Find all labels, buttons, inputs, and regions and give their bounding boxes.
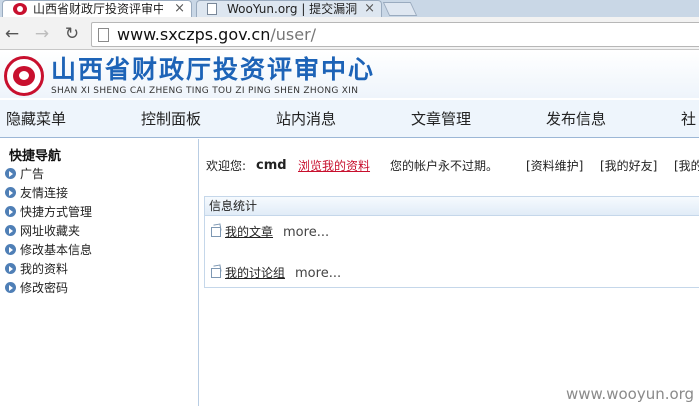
nav-item-publish[interactable]: 发布信息 — [546, 110, 606, 128]
sidebar-item-label: 修改密码 — [20, 281, 69, 295]
url-host: www.sxczps.gov.cn — [117, 25, 271, 44]
new-tab-button[interactable] — [382, 2, 418, 16]
address-bar[interactable]: www.sxczps.gov.cn/user/ — [91, 22, 699, 47]
tab-title: WooYun.org | 提交漏洞 — [227, 2, 357, 16]
browser-tab-active[interactable]: 山西省财政厅投资评审中心 × — [2, 0, 192, 17]
folder-icon — [211, 227, 221, 237]
browser-tab-bar: 山西省财政厅投资评审中心 × WooYun.org | 提交漏洞 × — [0, 0, 699, 17]
my-articles-link[interactable]: 我的文章 — [225, 225, 273, 239]
sidebar-item-change-password[interactable]: 修改密码 — [5, 279, 92, 298]
url-text[interactable]: www.sxczps.gov.cn/user/ — [117, 25, 316, 45]
welcome-greeting: 欢迎您: — [206, 159, 247, 173]
arrow-bullet-icon — [5, 225, 16, 236]
reload-icon[interactable]: ↻ — [62, 24, 82, 44]
arrow-bullet-icon — [5, 282, 16, 293]
more-link[interactable]: [我的 — [674, 157, 699, 175]
page-icon — [207, 3, 217, 15]
welcome-username: cmd — [256, 158, 287, 173]
sidebar-item-my-profile[interactable]: 我的资料 — [5, 260, 92, 279]
arrow-bullet-icon — [5, 206, 16, 217]
site-logo-icon — [4, 56, 44, 96]
nav-item-articles[interactable]: 文章管理 — [411, 110, 471, 128]
sidebar-item-links[interactable]: 友情连接 — [5, 184, 92, 203]
nav-item-control-panel[interactable]: 控制面板 — [141, 110, 201, 128]
stats-panel: 信息统计 我的文章 more... 我的讨论组 more... — [204, 196, 699, 288]
sidebar-item-label: 修改基本信息 — [20, 243, 93, 257]
sidebar-item-label: 网址收藏夹 — [20, 224, 81, 238]
stats-row-articles: 我的文章 more... — [211, 224, 329, 241]
sidebar-title: 快捷导航 — [9, 149, 62, 164]
tab-close-icon[interactable]: × — [174, 1, 185, 17]
my-groups-link[interactable]: 我的讨论组 — [225, 266, 285, 280]
sidebar-list: 广告 友情连接 快捷方式管理 网址收藏夹 修改基本信息 我的资料 修改密码 — [5, 165, 92, 298]
main-nav: 隐藏菜单 控制面板 站内消息 文章管理 发布信息 社 — [0, 100, 699, 138]
sidebar-item-ads[interactable]: 广告 — [5, 165, 92, 184]
arrow-bullet-icon — [5, 187, 16, 198]
stats-row-groups: 我的讨论组 more... — [211, 265, 341, 282]
sidebar-item-label: 广告 — [20, 167, 45, 181]
profile-maintain-link[interactable]: [资料维护] — [526, 157, 583, 175]
tab-title: 山西省财政厅投资评审中心 — [33, 2, 163, 16]
arrow-bullet-icon — [5, 168, 16, 179]
url-path: /user/ — [270, 25, 317, 44]
sidebar: 快捷导航 广告 友情连接 快捷方式管理 网址收藏夹 修改基本信息 我的资料 修改… — [0, 139, 199, 406]
sidebar-item-shortcuts[interactable]: 快捷方式管理 — [5, 203, 92, 222]
browser-tab-wooyun[interactable]: WooYun.org | 提交漏洞 × — [196, 0, 382, 17]
site-favicon-icon — [13, 3, 27, 15]
arrow-bullet-icon — [5, 263, 16, 274]
account-status: 您的帐户永不过期。 — [390, 159, 499, 173]
sidebar-item-label: 我的资料 — [20, 262, 69, 276]
site-pinyin: SHAN XI SHENG CAI ZHENG TING TOU ZI PING… — [51, 86, 359, 96]
stats-title: 信息统计 — [205, 196, 699, 216]
nav-item-hide-menu[interactable]: 隐藏菜单 — [6, 110, 66, 128]
view-profile-link[interactable]: 浏览我的资料 — [298, 157, 370, 175]
groups-more-link[interactable]: more... — [295, 266, 341, 281]
sidebar-item-edit-info[interactable]: 修改基本信息 — [5, 241, 92, 260]
sidebar-item-bookmarks[interactable]: 网址收藏夹 — [5, 222, 92, 241]
folder-icon — [211, 268, 221, 278]
sidebar-item-label: 友情连接 — [20, 186, 69, 200]
my-friends-link[interactable]: [我的好友] — [600, 157, 657, 175]
browser-toolbar: ← → ↻ www.sxczps.gov.cn/user/ — [0, 17, 699, 50]
watermark: www.wooyun.org — [566, 385, 695, 403]
sidebar-item-label: 快捷方式管理 — [20, 205, 93, 219]
tab-close-icon[interactable]: × — [364, 1, 375, 17]
site-title: 山西省财政厅投资评审中心 — [51, 55, 376, 84]
page-info-icon[interactable] — [98, 28, 109, 42]
nav-item-community[interactable]: 社 — [681, 110, 696, 128]
arrow-bullet-icon — [5, 244, 16, 255]
site-header: 山西省财政厅投资评审中心 SHAN XI SHENG CAI ZHENG TIN… — [0, 51, 699, 98]
back-arrow-icon[interactable]: ← — [2, 24, 22, 44]
nav-item-messages[interactable]: 站内消息 — [276, 110, 336, 128]
forward-arrow-icon[interactable]: → — [32, 24, 52, 44]
articles-more-link[interactable]: more... — [283, 225, 329, 240]
